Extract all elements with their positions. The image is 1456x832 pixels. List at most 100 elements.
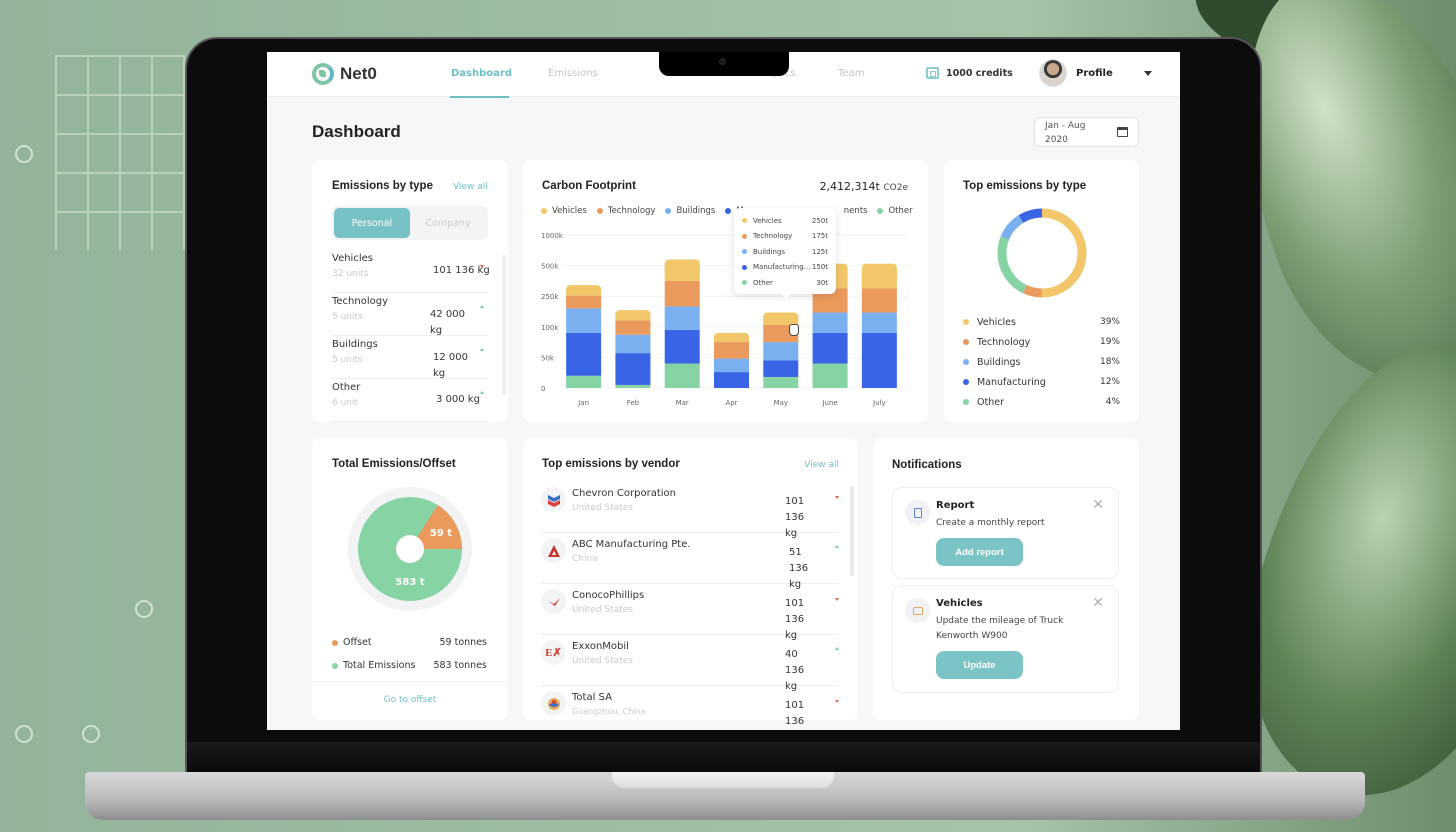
vendor-name: ConocoPhillips [572, 590, 645, 601]
tooltip-label: Buildings [753, 247, 786, 256]
tooltip-value: 150t [811, 263, 828, 272]
offset-pie-chart: 59 t 583 t [348, 487, 472, 611]
type-value: 101 136 kg [433, 265, 490, 276]
vendor-row[interactable]: Total SA Guangzhou, China 101 136 kg [541, 686, 839, 730]
tooltip-row: Other 30t [742, 275, 828, 291]
background-circuit-node [15, 725, 33, 743]
list-scrollbar[interactable] [502, 255, 506, 395]
tooltip-row: Manufacturing... 150t [742, 260, 828, 276]
pie-label-offset: 59 t [430, 528, 452, 539]
legend-dot [963, 379, 969, 385]
type-value: 42 000 kg [430, 309, 465, 336]
bar-segment-manufacturing [615, 353, 651, 385]
go-to-offset-link[interactable]: Go to offset [312, 695, 508, 705]
x-tick-label: June [821, 399, 837, 407]
bar-segment-technology [566, 295, 602, 309]
laptop-chin [187, 742, 1260, 772]
exxonmobil-logo-icon: E✗ [541, 640, 566, 665]
x-tick-label: July [872, 399, 886, 407]
list-item[interactable]: Vehicles 32 units 101 136 kg [332, 250, 490, 293]
notification-report: Report Create a monthly report ✕ Add rep… [892, 487, 1119, 579]
list-item[interactable]: Buildings 5 units 12 000 kg [332, 336, 488, 379]
nav-tab-emissions[interactable]: Emissions [547, 52, 598, 97]
toggle-personal[interactable]: Personal [334, 208, 410, 238]
tooltip-value: 175t [811, 232, 828, 241]
legend-item[interactable]: nents [844, 206, 868, 216]
type-units: 5 units [332, 355, 363, 365]
vendor-list-scrollbar[interactable] [850, 486, 854, 576]
legend-row-offset: Offset 59 tonnes [332, 631, 488, 654]
add-report-button[interactable]: Add report [936, 538, 1023, 566]
tooltip-row: Vehicles 250t [742, 213, 828, 229]
type-units: 5 units [332, 312, 363, 322]
vendor-row[interactable]: Chevron Corporation United States 101 13… [541, 482, 839, 539]
bar-segment-vehicles-fill [714, 336, 749, 343]
bar-segment-buildings [615, 334, 651, 354]
nav-tab-team[interactable]: Team [837, 52, 865, 97]
list-item[interactable]: Technology 5 units 42 000 kg [332, 293, 488, 336]
legend-label: Other [977, 396, 1004, 408]
bar-segment-manufacturing [566, 332, 602, 376]
top-emissions-by-vendor-card: Top emissions by vendor View all Chevron… [523, 438, 858, 727]
legend-item[interactable]: Technology [596, 206, 655, 216]
view-all-link[interactable]: View all [453, 182, 488, 192]
close-icon[interactable]: ✕ [1092, 498, 1104, 512]
vendor-location: United States [572, 605, 633, 615]
legend-row: Vehicles 39% [963, 312, 1120, 332]
legend-dot [963, 359, 969, 365]
bar-segment-other [566, 375, 602, 388]
view-all-link[interactable]: View all [804, 460, 839, 470]
offset-dot [332, 639, 338, 646]
bar-segment-vehicles-fill [664, 263, 700, 281]
legend-dot [963, 339, 969, 345]
legend-label: Offset [343, 637, 372, 648]
legend-dot [725, 207, 732, 214]
logo[interactable]: Net0 [312, 63, 377, 85]
vendor-location: United States [572, 656, 633, 666]
calendar-icon [1117, 127, 1128, 137]
bar-segment-other [664, 363, 700, 388]
total-emissions-offset-card: Total Emissions/Offset 59 t 583 t Offset … [312, 438, 508, 720]
emissions-donut-chart [997, 208, 1087, 298]
vendor-location: United States [572, 503, 633, 513]
legend-item[interactable]: Other [877, 206, 913, 216]
legend-percent: 18% [1099, 357, 1120, 367]
bar-segment-technology [615, 320, 651, 335]
toggle-company[interactable]: Company [410, 208, 486, 238]
profile-label: Profile [1076, 67, 1113, 79]
type-units: 6 unit [332, 398, 359, 408]
legend-label: Vehicles [552, 206, 587, 216]
profile-menu[interactable]: Profile [1039, 59, 1152, 87]
legend-item[interactable]: Buildings [665, 206, 715, 216]
nav-tab-dashboard[interactable]: Dashboard [450, 52, 512, 98]
legend-value: 59 tonnes [439, 637, 487, 648]
legend-item[interactable]: Vehicles [541, 206, 587, 216]
date-range-line1: Jan - Aug [1045, 121, 1086, 131]
type-value: 12 000 kg [433, 352, 468, 379]
vendor-list: Chevron Corporation United States 101 13… [541, 482, 839, 730]
close-icon[interactable]: ✕ [1092, 596, 1104, 610]
legend-row: Manufacturing 12% [963, 372, 1120, 392]
legend-dot [596, 207, 603, 214]
legend-row: Other 4% [963, 392, 1120, 412]
tooltip-dot [742, 264, 747, 270]
legend-percent: 12% [1099, 377, 1120, 387]
legend-label: Manufacturing [977, 376, 1046, 388]
vendor-row[interactable]: ConocoPhillips United States 101 136 kg [541, 584, 839, 641]
legend-dot [877, 207, 884, 214]
x-tick-label: Mar [676, 399, 689, 407]
vendor-row[interactable]: E✗ ExxonMobil United States 40 136 kg [541, 635, 839, 692]
bar-segment-buildings [812, 312, 848, 333]
list-item[interactable]: Other 6 unit 3 000 kg [332, 379, 488, 422]
notification-text: Create a monthly report [936, 518, 1045, 528]
vendor-row[interactable]: ABC Manufacturing Pte. China 51 136 kg [541, 533, 839, 590]
date-range-picker[interactable]: Jan - Aug 2020 [1034, 117, 1139, 147]
chevron-down-icon[interactable] [1143, 70, 1152, 76]
bar-segment-other [615, 384, 651, 388]
total-dot [332, 662, 338, 669]
credits-label: 1000 credits [946, 67, 1013, 79]
app-screen: Net0 Dashboard Emissions Offset Analytic… [267, 52, 1180, 730]
update-button[interactable]: Update [936, 651, 1023, 679]
credits-balance[interactable]: 1000 credits [926, 67, 1013, 79]
bar-segment-buildings [714, 358, 749, 373]
